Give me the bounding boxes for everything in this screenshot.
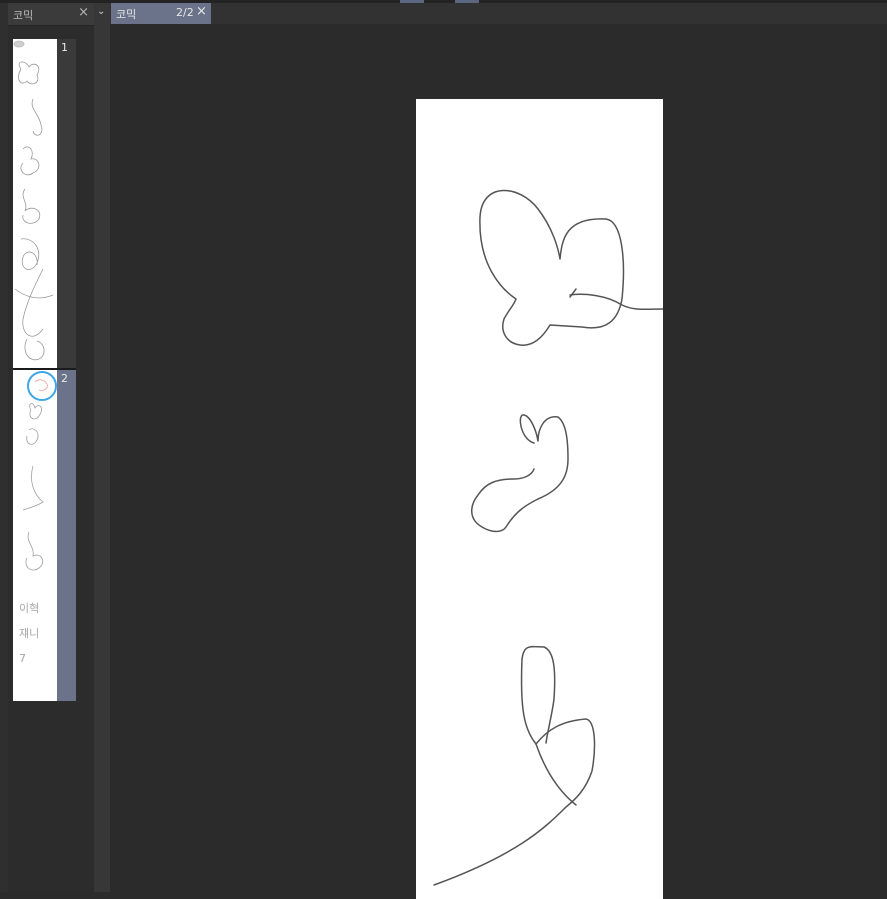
document-tab-label: 코믹 [116, 8, 137, 21]
thumbnail-text-line: 쟤니 [19, 627, 40, 640]
chevron-down-icon[interactable]: ⌄ [97, 6, 105, 17]
document-tab[interactable]: 코믹 2/2 × [111, 3, 211, 24]
canvas-drawing [433, 189, 663, 886]
page-manager-tab[interactable]: 코믹 × [8, 3, 94, 26]
panel-collapse-strip[interactable]: ⌄ [94, 3, 110, 892]
page-number-column: 2 [57, 370, 76, 701]
page-manager-tab-label: 코믹 [13, 9, 34, 22]
page-thumbnail-1[interactable]: 1 [13, 39, 76, 368]
document-tab-bar: 코믹 2/2 × [110, 3, 887, 24]
close-icon[interactable]: × [78, 5, 89, 20]
page-number: 1 [61, 41, 68, 54]
document-page-indicator: 2/2 [176, 6, 194, 19]
close-icon[interactable]: × [196, 4, 207, 19]
page-thumbnail-2[interactable]: 이혁 쟤니 7 2 [13, 370, 76, 701]
page-manager-panel: 코믹 × 1 이혁 쟤니 7 2 [0, 3, 94, 892]
page-thumbnail-text: 이혁 쟤니 7 [19, 596, 39, 671]
thumbnail-text-line: 이혁 [19, 602, 40, 615]
canvas-area[interactable] [110, 24, 887, 899]
canvas-page[interactable] [416, 99, 663, 899]
thumbnail-text-line: 7 [19, 652, 26, 665]
cursor-ring [27, 371, 57, 401]
page-number-column: 1 [57, 39, 76, 368]
page-number: 2 [61, 372, 68, 385]
page-thumbnail-sketch [13, 40, 54, 361]
